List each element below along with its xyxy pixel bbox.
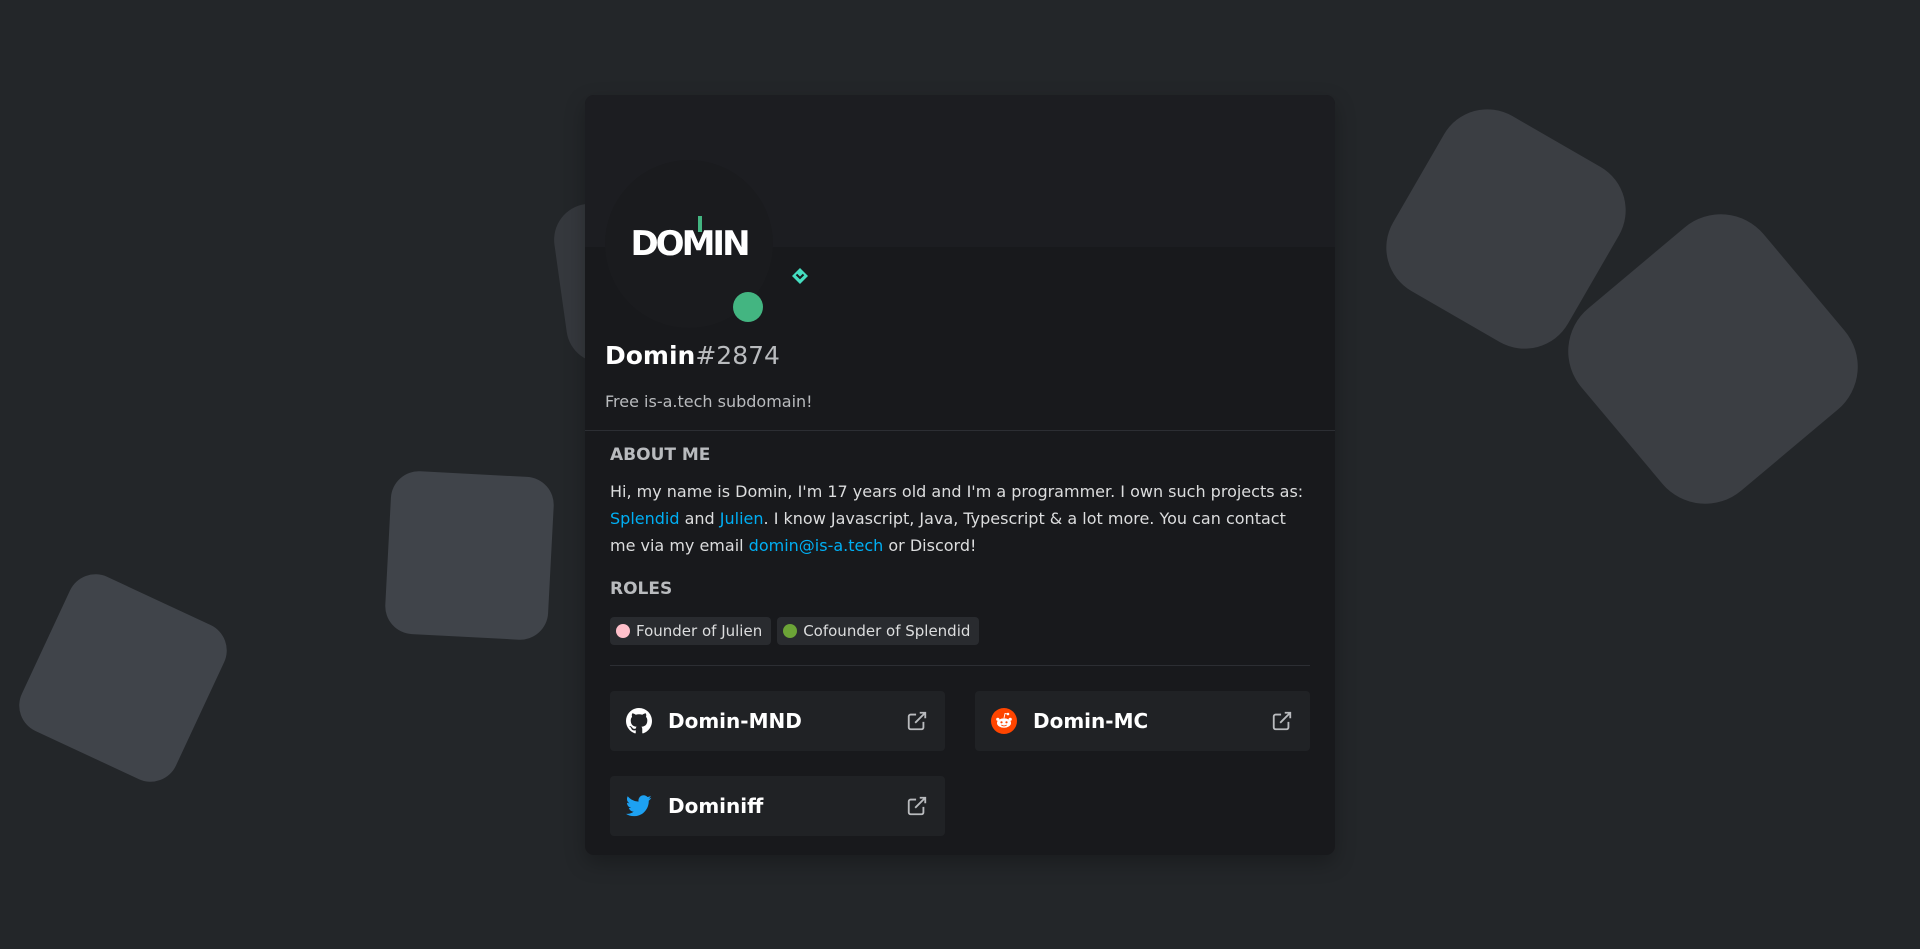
role-pill[interactable]: Cofounder of Splendid — [777, 617, 980, 645]
role-label: Founder of Julien — [636, 622, 763, 640]
connection-name: Domin-MC — [1033, 709, 1149, 733]
twitter-icon — [626, 793, 652, 819]
roles-heading: ROLES — [610, 579, 673, 599]
avatar-logo: DOMIN — [630, 216, 751, 264]
external-link-icon[interactable] — [1270, 709, 1294, 733]
divider — [585, 430, 1335, 431]
hypesquad-diamond-icon[interactable] — [792, 268, 808, 284]
connection-github[interactable]: Domin-MND — [610, 691, 945, 751]
connection-name: Dominiff — [668, 794, 764, 818]
about-me-text: Hi, my name is Domin, I'm 17 years old a… — [610, 482, 1304, 555]
username-discriminator: #2874 — [695, 341, 780, 370]
background-shape — [383, 469, 556, 642]
custom-status: Free is-a.tech subdomain! — [605, 392, 813, 411]
external-link-icon[interactable] — [905, 794, 929, 818]
role-color-dot — [783, 624, 798, 638]
role-label: Cofounder of Splendid — [803, 622, 971, 640]
online-status-indicator — [733, 292, 763, 322]
external-link-icon[interactable] — [905, 709, 929, 733]
divider — [610, 665, 1310, 666]
connection-reddit[interactable]: Domin-MC — [975, 691, 1310, 751]
github-icon — [626, 708, 652, 734]
splendid-link[interactable]: Splendid — [610, 509, 680, 528]
username: Domin#2874 — [605, 341, 780, 370]
connection-name: Domin-MND — [668, 709, 802, 733]
role-color-dot — [616, 624, 630, 638]
about-me-heading: ABOUT ME — [610, 445, 711, 465]
background-shape — [10, 565, 236, 791]
reddit-icon — [991, 708, 1017, 734]
username-name: Domin — [605, 341, 696, 370]
connection-twitter[interactable]: Dominiff — [610, 776, 945, 836]
roles-list: Founder of Julien Cofounder of Splendid — [610, 617, 980, 645]
julien-link[interactable]: Julien — [720, 509, 764, 528]
role-pill[interactable]: Founder of Julien — [610, 617, 772, 645]
email-link[interactable]: domin@is-a.tech — [749, 536, 884, 555]
avatar-logo-mark — [698, 216, 703, 232]
profile-card: DOMIN Domin#2874 Free is-a.tech subdomai… — [585, 95, 1335, 855]
